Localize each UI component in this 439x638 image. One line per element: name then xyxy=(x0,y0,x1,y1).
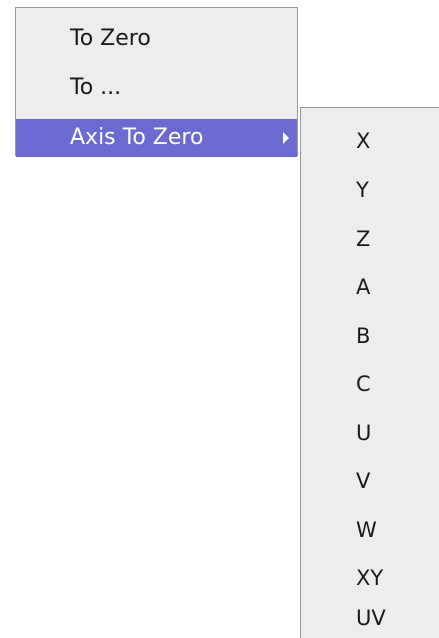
submenu-arrow-icon xyxy=(283,132,289,144)
menu-item-to-zero[interactable]: To Zero xyxy=(16,20,297,57)
submenu-item-label: XY xyxy=(356,566,384,590)
context-menu: To Zero To ... Axis To Zero xyxy=(15,7,298,157)
submenu-item-label: Y xyxy=(356,178,369,202)
menu-item-axis-to-zero[interactable]: Axis To Zero xyxy=(16,119,297,157)
submenu-item-uv[interactable]: UV xyxy=(301,598,439,638)
submenu-item-label: A xyxy=(356,275,371,299)
submenu-item-label: U xyxy=(356,421,372,445)
submenu-item-xy[interactable]: XY xyxy=(301,558,439,598)
submenu-item-x[interactable]: X xyxy=(301,121,439,161)
axis-submenu: X Y Z A B C U V W XY UV xyxy=(300,107,439,638)
menu-item-label: To ... xyxy=(70,75,122,100)
submenu-item-label: UV xyxy=(356,606,386,630)
submenu-item-u[interactable]: U xyxy=(301,413,439,453)
submenu-item-b[interactable]: B xyxy=(301,316,439,356)
submenu-item-label: Z xyxy=(356,227,371,251)
menu-item-label: To Zero xyxy=(70,26,151,51)
submenu-item-z[interactable]: Z xyxy=(301,219,439,259)
submenu-item-a[interactable]: A xyxy=(301,267,439,307)
submenu-item-label: C xyxy=(356,372,371,396)
submenu-item-y[interactable]: Y xyxy=(301,170,439,210)
menu-item-to[interactable]: To ... xyxy=(16,69,297,106)
stage: To Zero To ... Axis To Zero X Y Z A B C … xyxy=(0,0,439,638)
submenu-item-v[interactable]: V xyxy=(301,461,439,501)
submenu-item-c[interactable]: C xyxy=(301,364,439,404)
menu-item-label: Axis To Zero xyxy=(70,125,204,150)
submenu-item-label: B xyxy=(356,324,371,348)
submenu-item-label: W xyxy=(356,518,377,542)
submenu-item-w[interactable]: W xyxy=(301,510,439,550)
submenu-item-label: V xyxy=(356,469,371,493)
submenu-item-label: X xyxy=(356,129,371,153)
